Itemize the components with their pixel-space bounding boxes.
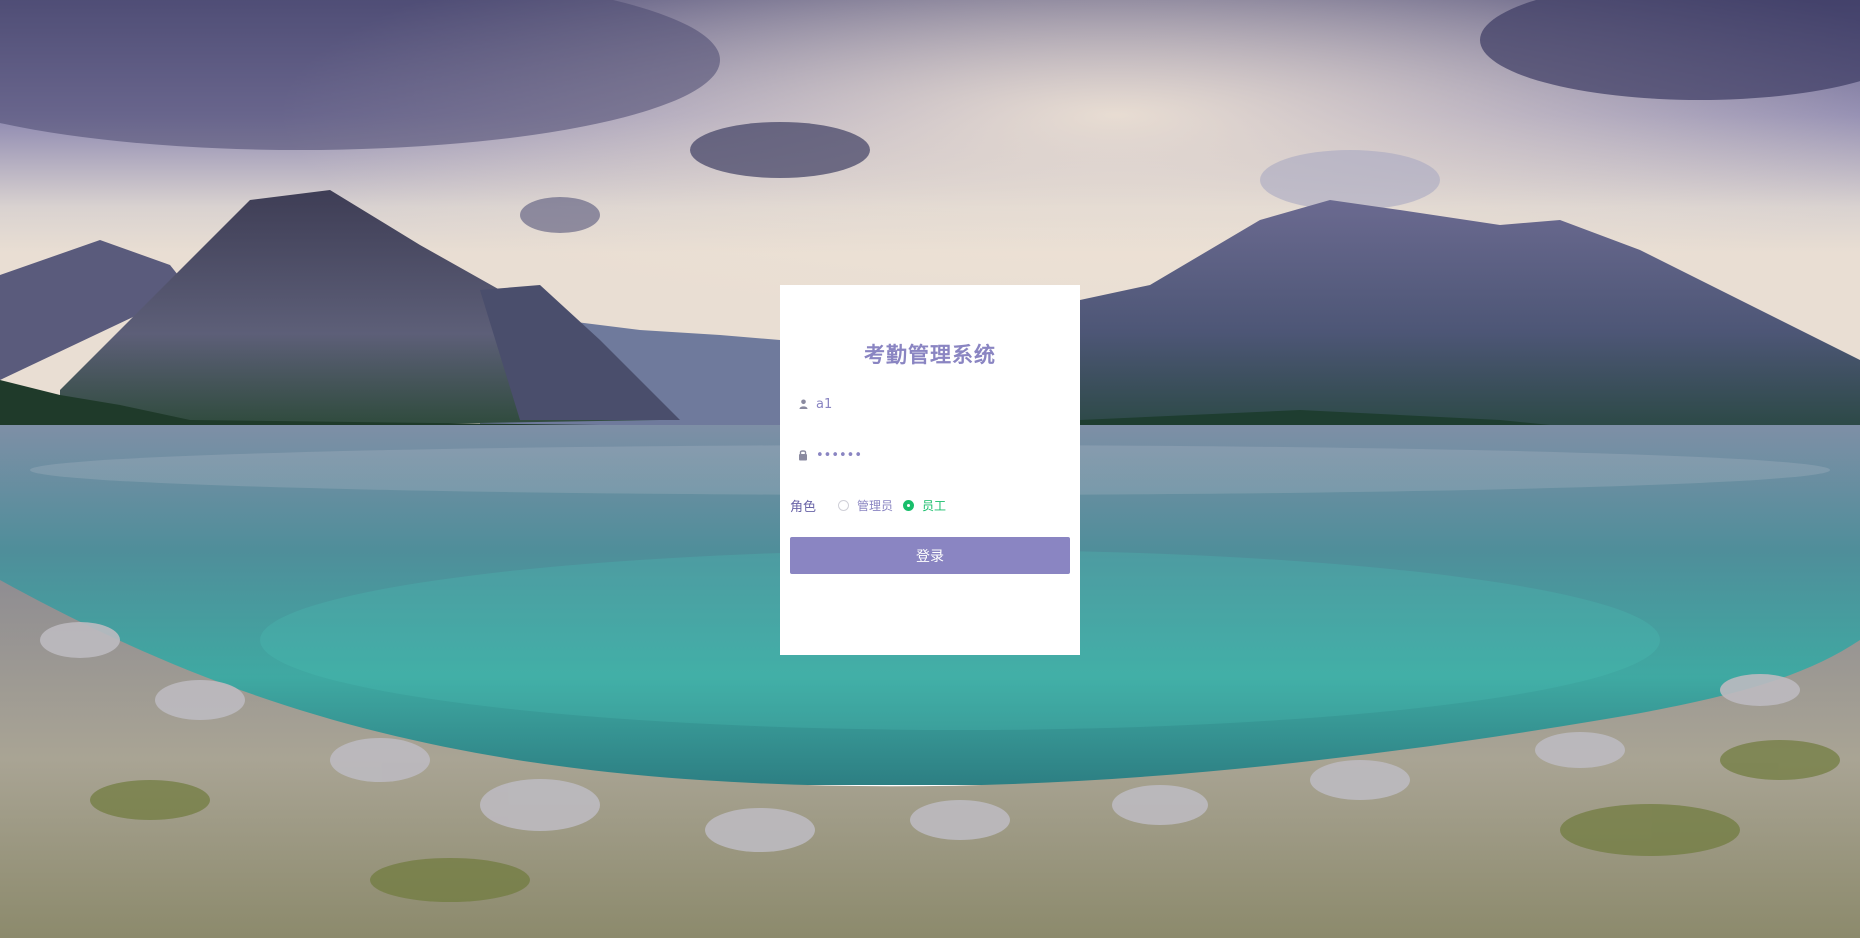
password-field — [790, 438, 1070, 472]
role-option-employee-label: 员工 — [922, 498, 947, 513]
login-card: 考勤管理系统 角色 管理员 员工 登录 — [780, 285, 1080, 655]
role-option-admin[interactable]: 管理员 — [838, 497, 893, 514]
login-button[interactable]: 登录 — [790, 537, 1070, 574]
role-selector: 角色 管理员 员工 — [790, 495, 956, 515]
role-label: 角色 — [790, 499, 817, 515]
username-field — [790, 387, 1070, 421]
radio-employee[interactable] — [903, 499, 915, 511]
role-option-employee[interactable]: 员工 — [903, 497, 946, 514]
role-option-admin-label: 管理员 — [857, 498, 894, 513]
app-title: 考勤管理系统 — [864, 343, 996, 367]
radio-admin[interactable] — [838, 499, 850, 511]
user-icon — [796, 397, 810, 411]
username-input[interactable] — [816, 396, 1056, 412]
lock-icon — [796, 448, 810, 462]
password-input[interactable] — [816, 447, 1056, 463]
